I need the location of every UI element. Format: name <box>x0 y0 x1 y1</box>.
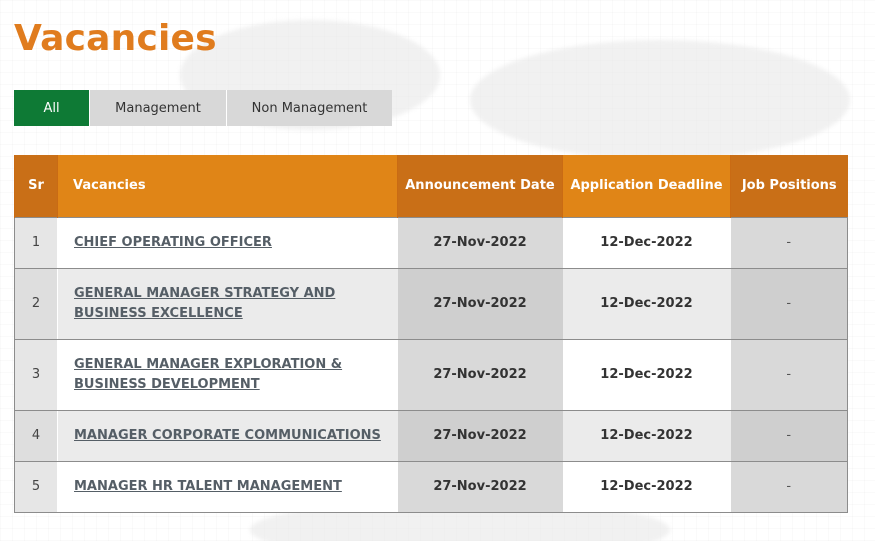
row-job-positions: - <box>730 338 848 411</box>
vacancy-link[interactable]: GENERAL MANAGER EXPLORATION & BUSINESS D… <box>74 357 342 392</box>
header-vacancies: Vacancies <box>57 155 398 217</box>
table-row: 2 GENERAL MANAGER STRATEGY AND BUSINESS … <box>14 267 848 340</box>
row-sr: 5 <box>14 460 58 513</box>
row-announcement-date: 27-Nov-2022 <box>397 409 563 462</box>
filter-tabs: All Management Non Management <box>14 90 392 126</box>
row-sr: 2 <box>14 267 58 340</box>
row-job-positions: - <box>730 460 848 513</box>
row-job-positions: - <box>730 216 848 269</box>
row-announcement-date: 27-Nov-2022 <box>397 460 563 513</box>
tab-all[interactable]: All <box>14 90 90 126</box>
vacancy-link[interactable]: MANAGER CORPORATE COMMUNICATIONS <box>74 428 381 443</box>
row-sr: 3 <box>14 338 58 411</box>
row-announcement-date: 27-Nov-2022 <box>397 216 563 269</box>
tab-non-management[interactable]: Non Management <box>227 90 392 126</box>
page: Vacancies All Management Non Management … <box>0 0 875 541</box>
row-announcement-date: 27-Nov-2022 <box>397 267 563 340</box>
row-sr: 4 <box>14 409 58 462</box>
row-vacancy: GENERAL MANAGER STRATEGY AND BUSINESS EX… <box>57 267 398 340</box>
row-job-positions: - <box>730 267 848 340</box>
table-header-row: Sr Vacancies Announcement Date Applicati… <box>14 155 848 217</box>
vacancy-link[interactable]: GENERAL MANAGER STRATEGY AND BUSINESS EX… <box>74 286 335 321</box>
row-sr: 1 <box>14 216 58 269</box>
row-vacancy: MANAGER HR TALENT MANAGEMENT <box>57 460 398 513</box>
row-announcement-date: 27-Nov-2022 <box>397 338 563 411</box>
vacancies-table: Sr Vacancies Announcement Date Applicati… <box>14 155 848 513</box>
table-row: 1 CHIEF OPERATING OFFICER 27-Nov-2022 12… <box>14 216 848 269</box>
map-shape <box>470 40 850 160</box>
tab-management[interactable]: Management <box>90 90 227 126</box>
row-application-deadline: 12-Dec-2022 <box>562 409 731 462</box>
row-vacancy: CHIEF OPERATING OFFICER <box>57 216 398 269</box>
row-job-positions: - <box>730 409 848 462</box>
vacancy-link[interactable]: MANAGER HR TALENT MANAGEMENT <box>74 479 342 494</box>
row-vacancy: GENERAL MANAGER EXPLORATION & BUSINESS D… <box>57 338 398 411</box>
row-application-deadline: 12-Dec-2022 <box>562 267 731 340</box>
row-vacancy: MANAGER CORPORATE COMMUNICATIONS <box>57 409 398 462</box>
row-application-deadline: 12-Dec-2022 <box>562 338 731 411</box>
table-row: 4 MANAGER CORPORATE COMMUNICATIONS 27-No… <box>14 409 848 462</box>
row-application-deadline: 12-Dec-2022 <box>562 216 731 269</box>
table-row: 5 MANAGER HR TALENT MANAGEMENT 27-Nov-20… <box>14 460 848 513</box>
header-announcement-date: Announcement Date <box>397 155 563 217</box>
header-application-deadline: Application Deadline <box>562 155 731 217</box>
table-row: 3 GENERAL MANAGER EXPLORATION & BUSINESS… <box>14 338 848 411</box>
header-sr: Sr <box>14 155 58 217</box>
page-title: Vacancies <box>14 18 217 59</box>
header-job-positions: Job Positions <box>730 155 848 217</box>
row-application-deadline: 12-Dec-2022 <box>562 460 731 513</box>
vacancy-link[interactable]: CHIEF OPERATING OFFICER <box>74 235 272 250</box>
